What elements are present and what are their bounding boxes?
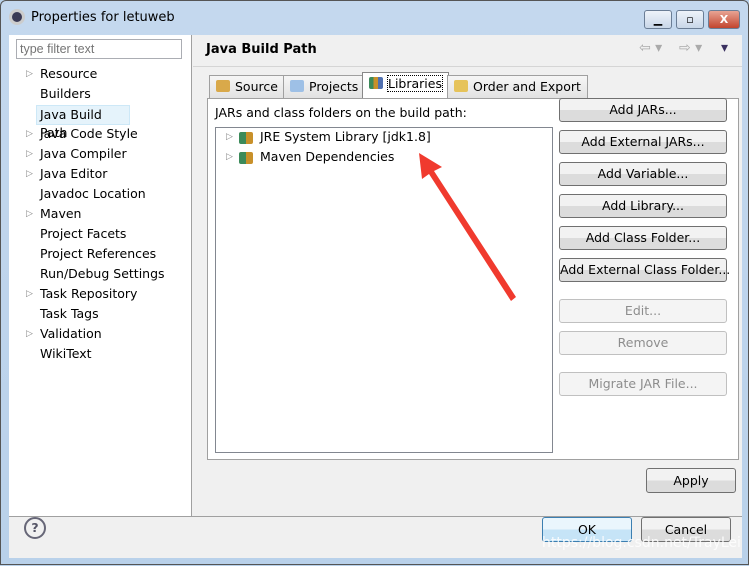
properties-dialog: Properties for letuweb ▁ ▫ X ▷ResourceBu… — [0, 0, 749, 565]
red-arrow — [419, 153, 516, 301]
annotation-arrow — [419, 153, 516, 301]
